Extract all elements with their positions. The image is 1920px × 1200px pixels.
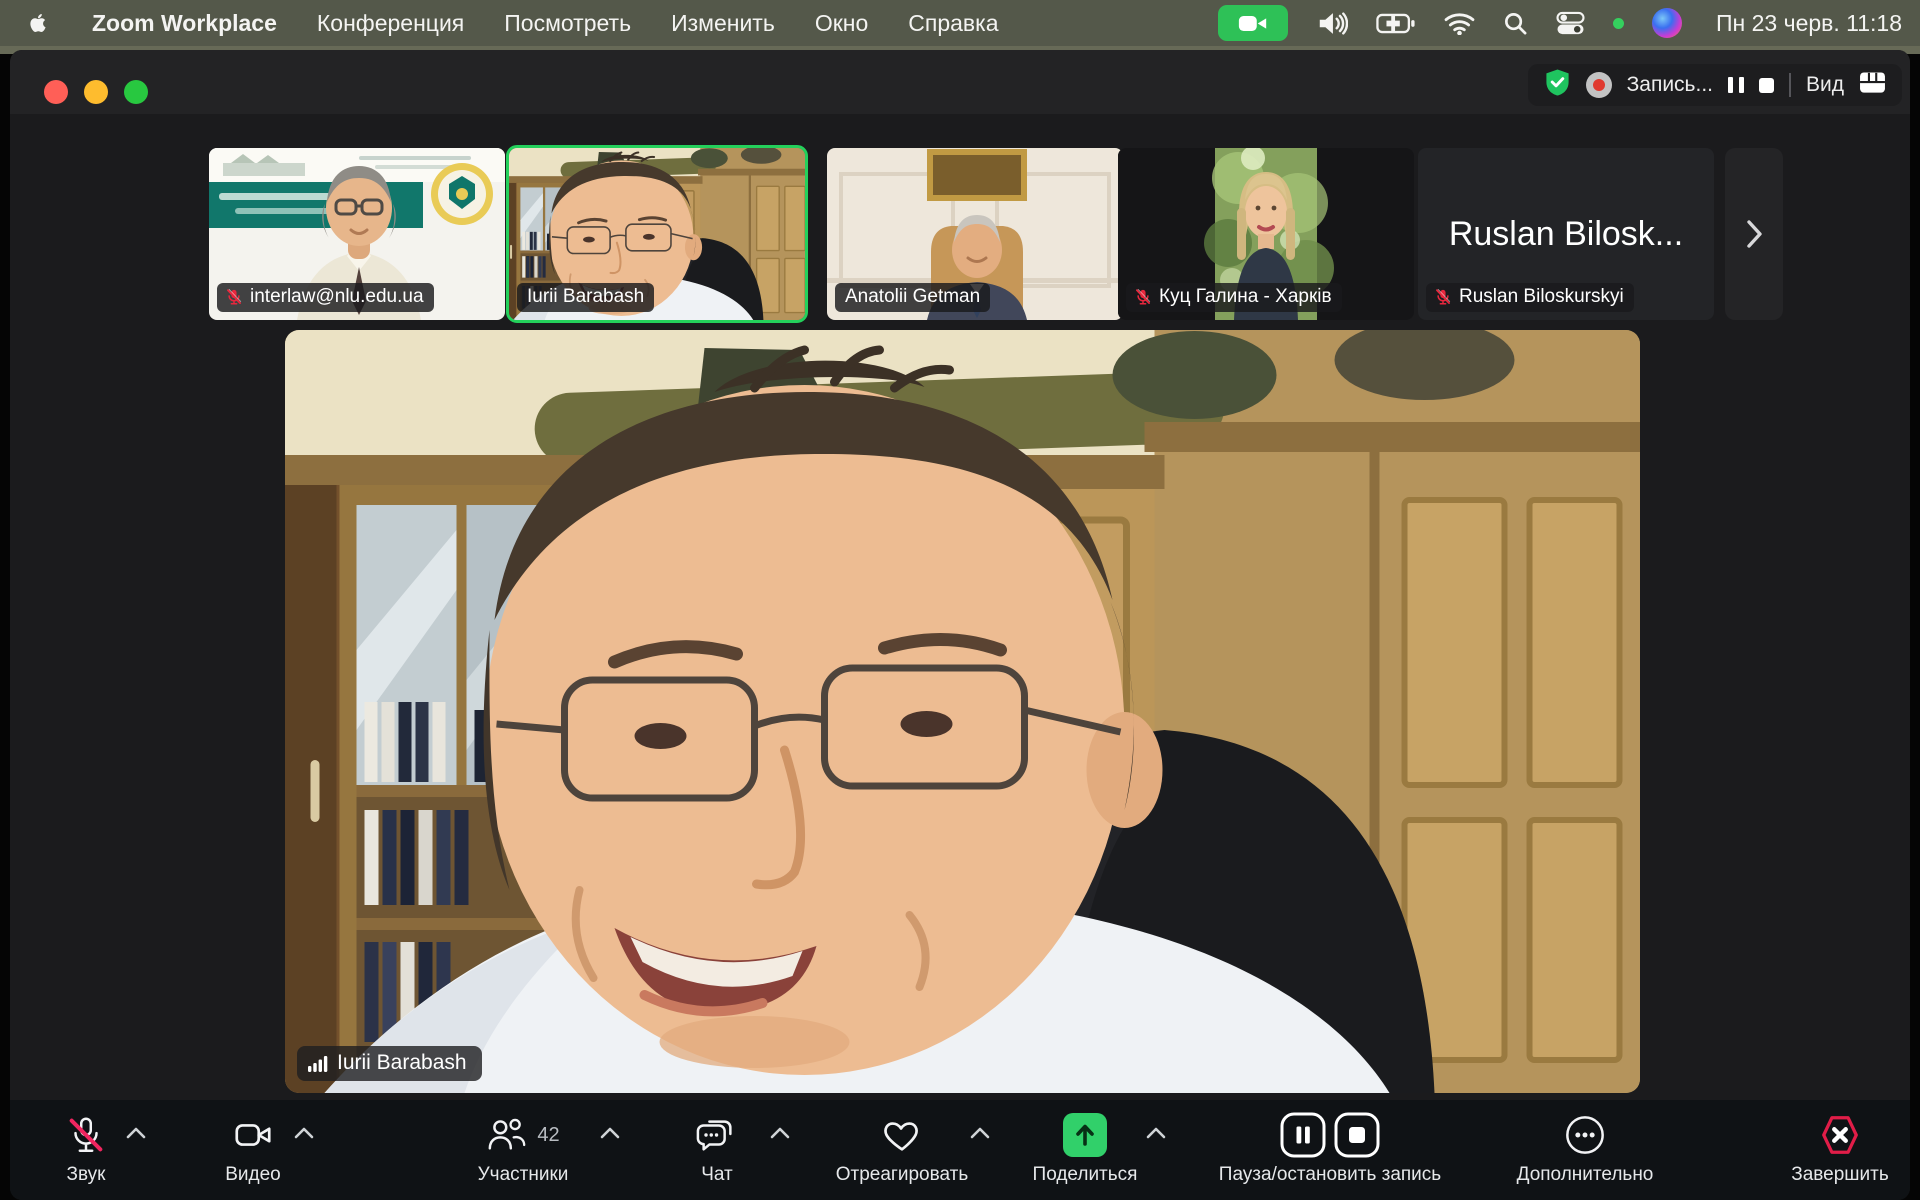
video-button[interactable]: Видео bbox=[213, 1112, 293, 1186]
menu-edit[interactable]: Изменить bbox=[671, 10, 775, 37]
end-meeting-button[interactable]: Завершить bbox=[1762, 1112, 1910, 1186]
menu-window[interactable]: Окно bbox=[815, 10, 868, 37]
react-options-chevron[interactable] bbox=[968, 1124, 992, 1142]
react-button[interactable]: Отреагировать bbox=[822, 1112, 982, 1186]
ellipsis-icon bbox=[1564, 1114, 1606, 1156]
heart-icon bbox=[881, 1114, 923, 1156]
wifi-icon[interactable] bbox=[1444, 12, 1475, 35]
siri-icon[interactable] bbox=[1652, 8, 1682, 38]
apple-menu-icon[interactable] bbox=[26, 8, 52, 38]
active-speaker-name-label: Iurii Barabash bbox=[297, 1046, 482, 1081]
mic-muted-icon bbox=[225, 288, 243, 306]
menu-conference[interactable]: Конференция bbox=[317, 10, 464, 37]
share-screen-icon bbox=[1063, 1113, 1107, 1157]
participants-icon bbox=[486, 1114, 528, 1156]
meeting-status-bar: Запись... Вид bbox=[1528, 64, 1902, 106]
participant-tile-getman[interactable]: Anatolii Getman bbox=[827, 148, 1123, 320]
filmstrip-next-button[interactable] bbox=[1725, 148, 1783, 320]
close-window-button[interactable] bbox=[44, 80, 68, 104]
mute-button[interactable]: Звук bbox=[46, 1112, 126, 1186]
zoom-window-button[interactable] bbox=[124, 80, 148, 104]
end-call-icon bbox=[1818, 1113, 1862, 1157]
participants-button[interactable]: 42 Участники bbox=[458, 1112, 588, 1186]
stop-recording-icon[interactable] bbox=[1759, 78, 1774, 93]
more-button[interactable]: Дополнительно bbox=[1485, 1112, 1685, 1186]
chat-options-chevron[interactable] bbox=[768, 1124, 792, 1142]
participants-options-chevron[interactable] bbox=[598, 1124, 622, 1142]
speaker-video-feed bbox=[285, 330, 1640, 1093]
stop-recording-button[interactable] bbox=[1334, 1112, 1380, 1158]
pause-recording-button[interactable] bbox=[1280, 1112, 1326, 1158]
mic-muted-icon bbox=[1134, 288, 1152, 306]
participant-name-label: Куц Галина - Харків bbox=[1126, 283, 1342, 312]
chat-icon bbox=[696, 1114, 738, 1156]
meeting-toolbar: Звук Видео 42 Участники Чат bbox=[10, 1100, 1910, 1200]
participant-tile-interlaw[interactable]: interlaw@nlu.edu.ua bbox=[209, 148, 505, 320]
participant-tile-barabash[interactable]: Iurii Barabash bbox=[509, 148, 805, 320]
participant-name-label: Ruslan Biloskurskyi bbox=[1426, 283, 1634, 312]
menu-help[interactable]: Справка bbox=[908, 10, 998, 37]
video-options-chevron[interactable] bbox=[292, 1124, 316, 1142]
chat-button[interactable]: Чат bbox=[677, 1112, 757, 1186]
screen: Zoom Workplace Конференция Посмотреть Из… bbox=[0, 0, 1920, 1200]
mic-muted-icon bbox=[1434, 288, 1452, 306]
macos-menubar: Zoom Workplace Конференция Посмотреть Из… bbox=[0, 0, 1920, 46]
recording-label: Запись... bbox=[1627, 73, 1713, 97]
status-green-dot bbox=[1613, 18, 1624, 29]
battery-icon[interactable] bbox=[1376, 13, 1416, 34]
view-label: Вид bbox=[1806, 73, 1844, 97]
divider bbox=[1789, 73, 1791, 97]
chevron-right-icon bbox=[1744, 218, 1764, 250]
view-layout-icon[interactable] bbox=[1859, 71, 1886, 99]
mic-muted-icon bbox=[65, 1114, 107, 1156]
menu-view[interactable]: Посмотреть bbox=[504, 10, 631, 37]
volume-icon[interactable] bbox=[1316, 11, 1348, 36]
pause-recording-icon[interactable] bbox=[1728, 77, 1744, 93]
participants-count: 42 bbox=[537, 1124, 559, 1147]
share-screen-button[interactable]: Поделиться bbox=[1025, 1112, 1145, 1186]
share-options-chevron[interactable] bbox=[1144, 1124, 1168, 1142]
participant-name-label: Anatolii Getman bbox=[835, 283, 990, 312]
active-speaker-video[interactable]: Iurii Barabash bbox=[285, 330, 1640, 1093]
audio-options-chevron[interactable] bbox=[124, 1124, 148, 1142]
menubar-app-name[interactable]: Zoom Workplace bbox=[92, 10, 277, 37]
window-titlebar: Запись... Вид bbox=[10, 50, 1910, 114]
camera-icon bbox=[232, 1114, 274, 1156]
participant-name-label: Iurii Barabash bbox=[517, 283, 654, 312]
menubar-clock[interactable]: Пн 23 черв. 11:18 bbox=[1716, 10, 1902, 37]
zoom-meeting-window: Запись... Вид interlaw@nlu.edu.ua Iurii … bbox=[10, 50, 1910, 1200]
audio-level-bars-icon bbox=[308, 1055, 328, 1072]
participant-name-label: interlaw@nlu.edu.ua bbox=[217, 283, 434, 312]
participant-tile-biloskurskyi[interactable]: Ruslan Bilosk... Ruslan Biloskurskyi bbox=[1418, 148, 1714, 320]
recording-controls: Пауза/остановить запись bbox=[1212, 1112, 1448, 1186]
encryption-shield-icon[interactable] bbox=[1544, 68, 1571, 102]
minimize-window-button[interactable] bbox=[84, 80, 108, 104]
recording-indicator-icon bbox=[1586, 72, 1612, 98]
camera-in-use-indicator[interactable] bbox=[1218, 5, 1288, 41]
traffic-lights bbox=[44, 80, 148, 104]
participant-tile-kuts[interactable]: Куц Галина - Харків bbox=[1118, 148, 1414, 320]
control-center-icon[interactable] bbox=[1556, 11, 1585, 36]
spotlight-search-icon[interactable] bbox=[1503, 11, 1528, 36]
